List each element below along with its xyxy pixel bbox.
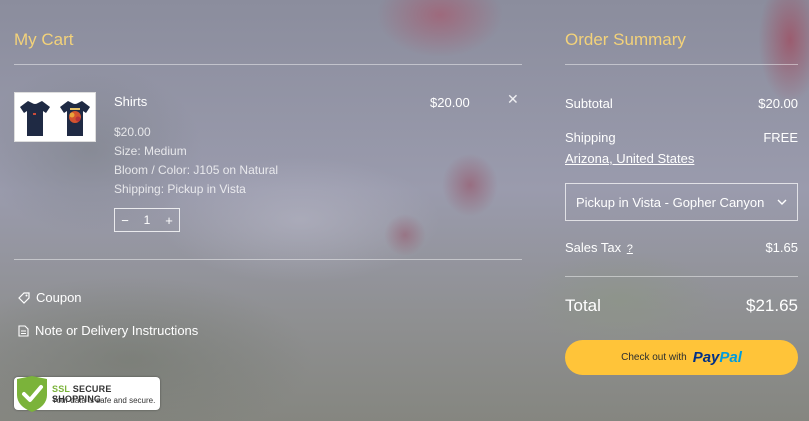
sales-tax-help-link[interactable]: ? (627, 243, 633, 255)
paypal-logo: PayPal (692, 349, 742, 366)
shipping-method-select[interactable]: Pickup in Vista - Gopher Canyon (565, 183, 798, 221)
shirt-back-image (60, 101, 90, 136)
product-name[interactable]: Shirts (114, 94, 147, 109)
shirt-front-image (20, 101, 50, 136)
product-thumbnail[interactable] (14, 92, 96, 142)
product-size: Size: Medium (114, 144, 187, 158)
sales-tax-label-group: Sales Tax ? (565, 240, 633, 255)
shipping-method-value: Pickup in Vista - Gopher Canyon (576, 194, 765, 210)
shipping-location-link[interactable]: Arizona, United States (565, 151, 694, 166)
ssl-badge: SSL SECURE SHOPPING Your data is safe an… (14, 376, 160, 412)
shipping-label: Shipping (565, 130, 616, 145)
subtotal-label: Subtotal (565, 96, 613, 111)
summary-divider-bottom (565, 276, 798, 277)
cart-title: My Cart (14, 30, 74, 49)
product-line-price: $20.00 (430, 95, 470, 110)
quantity-stepper[interactable]: − 1 + (114, 208, 180, 232)
summary-title: Order Summary (565, 30, 686, 49)
product-unit-price: $20.00 (114, 125, 151, 139)
product-shipping: Shipping: Pickup in Vista (114, 182, 246, 196)
decrement-button[interactable]: − (115, 213, 135, 228)
cart-divider-top (14, 64, 522, 65)
tag-icon (18, 291, 30, 304)
sales-tax-value: $1.65 (765, 240, 798, 255)
paypal-prefix: Check out with (621, 352, 687, 363)
shipping-value: FREE (763, 130, 798, 145)
note-icon (18, 324, 29, 337)
shield-check-icon (17, 376, 47, 412)
note-link[interactable]: Note or Delivery Instructions (18, 323, 198, 338)
total-label: Total (565, 296, 601, 315)
increment-button[interactable]: + (159, 213, 179, 228)
paypal-checkout-button[interactable]: Check out with PayPal (565, 340, 798, 375)
product-color: Bloom / Color: J105 on Natural (114, 163, 279, 177)
cart-divider-bottom (14, 259, 522, 260)
chevron-down-icon (777, 199, 787, 205)
coupon-link[interactable]: Coupon (18, 290, 82, 305)
coupon-label: Coupon (36, 290, 82, 305)
quantity-input[interactable]: 1 (137, 213, 157, 227)
summary-divider-top (565, 64, 798, 65)
total-value: $21.65 (746, 296, 798, 315)
note-label: Note or Delivery Instructions (35, 323, 199, 338)
remove-item-button[interactable]: ✕ (507, 91, 519, 108)
ssl-subtitle: Your data is safe and secure. (52, 396, 156, 405)
sales-tax-label: Sales Tax (565, 240, 622, 255)
subtotal-value: $20.00 (758, 96, 798, 111)
